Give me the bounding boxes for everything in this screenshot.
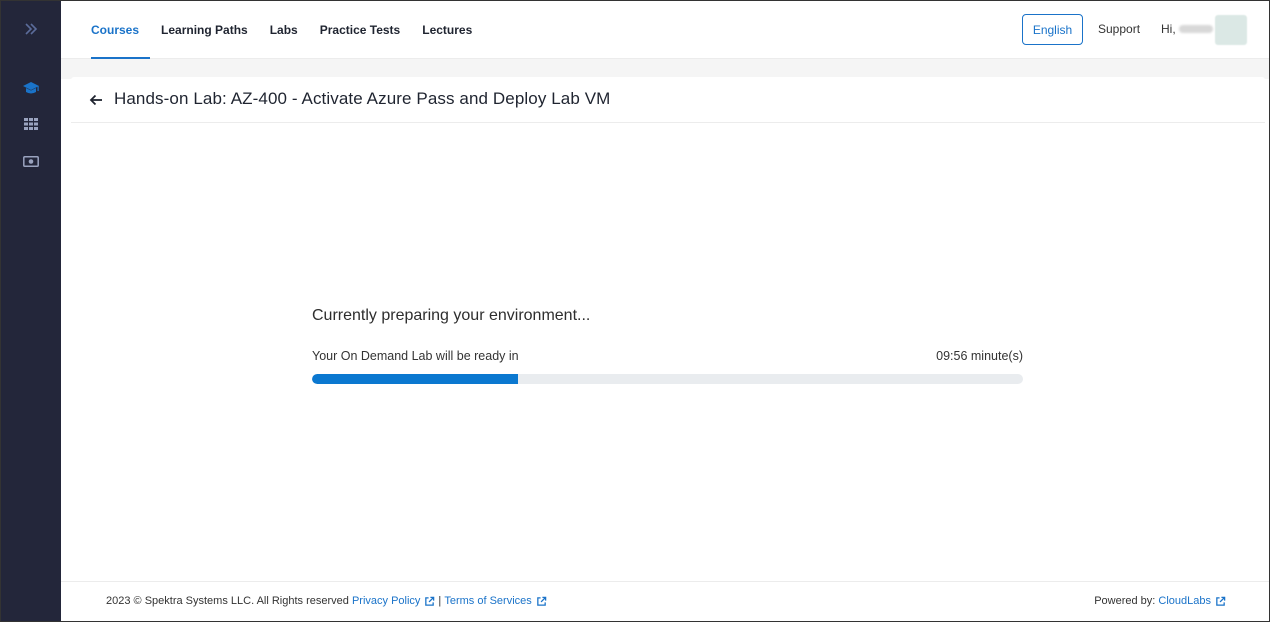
sidebar-expand-button[interactable]	[1, 15, 61, 43]
ready-time: 09:56 minute(s)	[936, 349, 1023, 363]
language-button[interactable]: English	[1022, 14, 1083, 45]
nav-tab-practice-tests[interactable]: Practice Tests	[309, 1, 412, 59]
graduation-cap-icon	[23, 82, 39, 94]
grid-icon	[24, 118, 38, 130]
progress-bar-fill	[312, 374, 519, 384]
sidebar-item-catalog[interactable]	[1, 110, 61, 138]
cloudlabs-link[interactable]: CloudLabs	[1158, 595, 1211, 607]
external-link-icon	[425, 596, 435, 606]
status-message: Currently preparing your environment...	[312, 307, 591, 324]
top-navbar: Courses Learning Paths Labs Practice Tes…	[61, 1, 1269, 59]
nav-tab-labs[interactable]: Labs	[259, 1, 309, 59]
sidebar-item-billing[interactable]	[1, 147, 61, 175]
footer-left: 2023 © Spektra Systems LLC. All Rights r…	[106, 595, 550, 607]
external-link-icon	[536, 596, 547, 606]
money-icon	[23, 155, 39, 167]
privacy-policy-link[interactable]: Privacy Policy	[352, 595, 420, 607]
sidebar-item-courses[interactable]	[1, 74, 61, 102]
terms-of-services-link[interactable]: Terms of Services	[444, 595, 531, 607]
avatar[interactable]	[1215, 15, 1247, 45]
user-greeting[interactable]: Hi,	[1161, 22, 1213, 36]
nav-tab-lectures[interactable]: Lectures	[411, 1, 483, 59]
copyright-text: 2023 © Spektra Systems LLC. All Rights r…	[106, 595, 349, 607]
back-arrow-icon[interactable]	[89, 93, 103, 107]
page-title: Hands-on Lab: AZ-400 - Activate Azure Pa…	[114, 89, 611, 108]
progress-bar	[312, 374, 1023, 384]
footer-separator: |	[438, 595, 442, 607]
footer-right: Powered by: CloudLabs	[1094, 595, 1229, 607]
support-link[interactable]: Support	[1098, 22, 1140, 36]
content-background	[61, 59, 1269, 79]
greeting-text: Hi,	[1161, 22, 1176, 36]
main-nav: Courses Learning Paths Labs Practice Tes…	[91, 1, 483, 59]
footer: 2023 © Spektra Systems LLC. All Rights r…	[61, 581, 1269, 621]
nav-tab-learning-paths[interactable]: Learning Paths	[150, 1, 259, 59]
nav-tab-courses[interactable]: Courses	[91, 1, 151, 59]
page-header: Hands-on Lab: AZ-400 - Activate Azure Pa…	[71, 77, 1265, 123]
sidebar	[1, 1, 61, 621]
lab-panel: Hands-on Lab: AZ-400 - Activate Azure Pa…	[71, 77, 1265, 581]
ready-label: Your On Demand Lab will be ready in	[312, 349, 519, 363]
powered-by-label: Powered by:	[1094, 595, 1156, 607]
user-name-redacted	[1178, 25, 1213, 33]
external-link-icon	[1216, 596, 1226, 606]
chevrons-right-icon	[25, 23, 38, 35]
